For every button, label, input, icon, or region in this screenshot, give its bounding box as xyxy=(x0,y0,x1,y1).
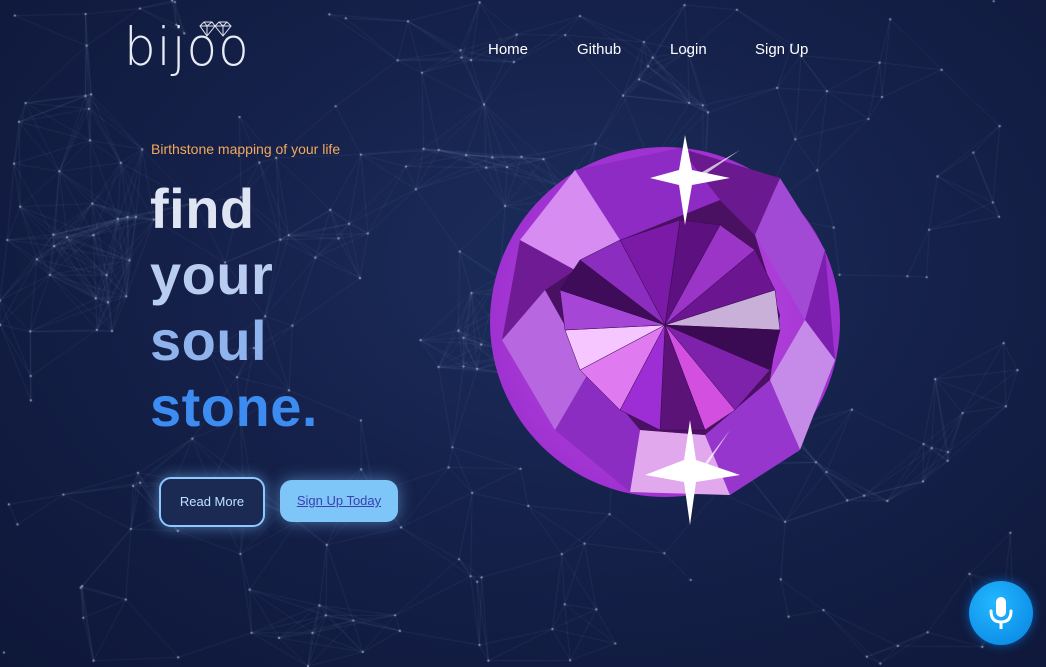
headline-line-3: soul xyxy=(150,309,268,372)
headline-line-4: stone. xyxy=(150,375,318,438)
amethyst-gem-illustration xyxy=(490,135,840,525)
microphone-button[interactable] xyxy=(969,581,1033,645)
gem-logo-icon xyxy=(199,21,232,37)
nav-home[interactable]: Home xyxy=(488,41,528,58)
read-more-button[interactable]: Read More xyxy=(159,477,265,527)
headline: find your soul stone. xyxy=(150,176,318,440)
logo[interactable]: bijoo xyxy=(124,14,254,84)
nav-login[interactable]: Login xyxy=(670,41,707,58)
nav-github[interactable]: Github xyxy=(577,41,621,58)
microphone-icon xyxy=(989,597,1013,629)
tagline: Birthstone mapping of your life xyxy=(151,141,341,157)
headline-line-2: your xyxy=(150,243,274,306)
sign-up-today-button[interactable]: Sign Up Today xyxy=(280,480,398,522)
nav-sign-up[interactable]: Sign Up xyxy=(755,41,808,58)
headline-line-1: find xyxy=(150,177,255,240)
